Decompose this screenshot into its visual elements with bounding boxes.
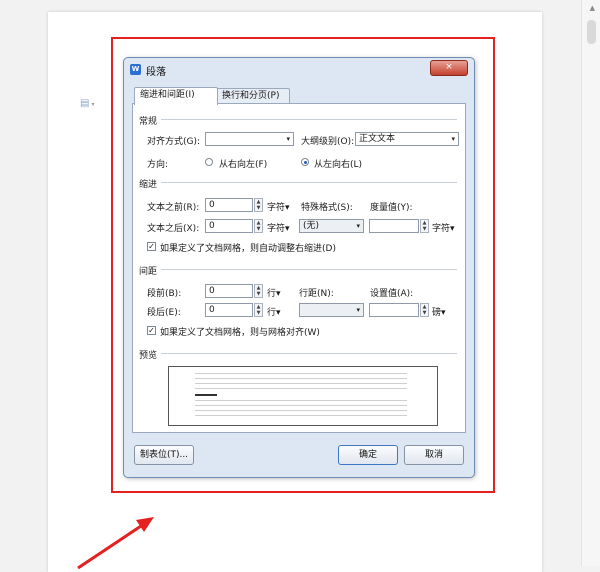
outline-level-label: 大纲级别(O): bbox=[301, 137, 355, 147]
preview-line bbox=[195, 383, 407, 384]
spacing-after-input[interactable]: 0 bbox=[205, 303, 253, 317]
outline-level-value: 正文文本 bbox=[359, 134, 396, 144]
auto-adjust-right-indent-checkbox[interactable]: ✓ bbox=[147, 242, 156, 251]
dropdown-arrow-icon: ▾ bbox=[356, 222, 360, 230]
spacing-after-unit[interactable]: 行▾ bbox=[267, 305, 281, 318]
spin-down-icon: ▼ bbox=[422, 310, 427, 316]
setting-value-spinner[interactable]: ▲ ▼ bbox=[420, 303, 429, 317]
preview-section-label: 预览 bbox=[139, 351, 158, 361]
direction-label: 方向: bbox=[147, 160, 169, 170]
caret-down-icon: ▾ bbox=[91, 101, 95, 108]
setting-value-label: 设置值(A): bbox=[370, 289, 414, 299]
preview-current-paragraph bbox=[195, 394, 217, 396]
spacing-after-spinner[interactable]: ▲ ▼ bbox=[254, 303, 263, 317]
measure-spinner[interactable]: ▲ ▼ bbox=[420, 219, 429, 233]
unit-caret-icon: ▾ bbox=[285, 224, 290, 234]
spin-down-icon: ▼ bbox=[256, 291, 261, 297]
measure-unit[interactable]: 字符▾ bbox=[432, 221, 455, 234]
document-icon[interactable]: ▤ ▾ bbox=[80, 98, 94, 109]
divider bbox=[161, 353, 457, 354]
general-section-label: 常规 bbox=[139, 117, 158, 127]
spacing-before-input[interactable]: 0 bbox=[205, 284, 253, 298]
measure-input[interactable] bbox=[369, 219, 419, 233]
vertical-scrollbar[interactable]: ▲ bbox=[581, 0, 600, 566]
preview-line bbox=[195, 388, 407, 389]
divider bbox=[161, 119, 457, 120]
snap-to-grid-label[interactable]: 如果定义了文档网格，则与网格对齐(W) bbox=[160, 325, 320, 338]
tab-stops-button[interactable]: 制表位(T)... bbox=[134, 445, 194, 465]
setting-value-unit[interactable]: 磅▾ bbox=[432, 305, 446, 318]
direction-ltr-label[interactable]: 从左向右(L) bbox=[314, 157, 362, 170]
unit-caret-icon: ▾ bbox=[441, 308, 446, 318]
spin-down-icon: ▼ bbox=[256, 226, 261, 232]
special-format-select[interactable]: (无) ▾ bbox=[299, 219, 364, 233]
scroll-thumb[interactable] bbox=[587, 20, 596, 44]
snap-to-grid-checkbox[interactable]: ✓ bbox=[147, 326, 156, 335]
indent-before-spinner[interactable]: ▲ ▼ bbox=[254, 198, 263, 212]
wps-writer-icon: W bbox=[130, 64, 141, 75]
preview-line bbox=[195, 405, 407, 406]
dialog-titlebar[interactable]: W 段落 × bbox=[124, 58, 474, 80]
tab-indent-spacing[interactable]: 缩进和间距(I) bbox=[134, 87, 218, 105]
unit-caret-icon: ▾ bbox=[276, 289, 281, 299]
indent-before-label: 文本之前(R): bbox=[147, 203, 200, 213]
special-format-label: 特殊格式(S): bbox=[301, 203, 353, 213]
paragraph-preview bbox=[168, 366, 438, 426]
alignment-label: 对齐方式(G): bbox=[147, 137, 201, 147]
indent-after-label: 文本之后(X): bbox=[147, 224, 200, 234]
preview-line bbox=[195, 373, 407, 374]
unit-caret-icon: ▾ bbox=[285, 203, 290, 213]
unit-caret-icon: ▾ bbox=[450, 224, 455, 234]
indent-after-spinner[interactable]: ▲ ▼ bbox=[254, 219, 263, 233]
spacing-before-label: 段前(B): bbox=[147, 289, 182, 299]
tab-panel: 常规 对齐方式(G): ▾ 大纲级别(O): 正文文本 ▾ 方向: 从右向左(F… bbox=[132, 103, 466, 433]
divider bbox=[161, 269, 457, 270]
annotation-arrow-icon bbox=[77, 517, 154, 570]
direction-rtl-label[interactable]: 从右向左(F) bbox=[219, 157, 267, 170]
indent-section-label: 缩进 bbox=[139, 180, 158, 190]
line-spacing-label: 行距(N): bbox=[299, 289, 334, 299]
dropdown-arrow-icon: ▾ bbox=[356, 306, 360, 314]
cancel-button[interactable]: 取消 bbox=[404, 445, 464, 465]
spin-down-icon: ▼ bbox=[256, 205, 261, 211]
spacing-before-spinner[interactable]: ▲ ▼ bbox=[254, 284, 263, 298]
spacing-before-unit[interactable]: 行▾ bbox=[267, 286, 281, 299]
alignment-select[interactable]: ▾ bbox=[205, 132, 294, 146]
special-format-value: (无) bbox=[303, 221, 320, 231]
scroll-up-icon[interactable]: ▲ bbox=[590, 4, 595, 12]
unit-caret-icon: ▾ bbox=[276, 308, 281, 318]
divider bbox=[161, 182, 457, 183]
preview-line bbox=[195, 378, 407, 379]
preview-line bbox=[195, 415, 407, 416]
close-button[interactable]: × bbox=[430, 60, 468, 76]
indent-before-input[interactable]: 0 bbox=[205, 198, 253, 212]
spacing-after-label: 段后(E): bbox=[147, 308, 181, 318]
outline-level-select[interactable]: 正文文本 ▾ bbox=[355, 132, 459, 146]
dialog-title: 段落 bbox=[146, 67, 166, 78]
spacing-section-label: 间距 bbox=[139, 267, 158, 277]
indent-after-input[interactable]: 0 bbox=[205, 219, 253, 233]
preview-line bbox=[195, 400, 407, 401]
spin-down-icon: ▼ bbox=[422, 226, 427, 232]
direction-rtl-radio[interactable] bbox=[205, 158, 213, 166]
paragraph-dialog: W 段落 × 缩进和间距(I) 换行和分页(P) 常规 对齐方式(G): ▾ 大… bbox=[123, 57, 475, 478]
tab-line-page-breaks[interactable]: 换行和分页(P) bbox=[216, 88, 290, 104]
setting-value-input[interactable] bbox=[369, 303, 419, 317]
dropdown-arrow-icon: ▾ bbox=[286, 135, 290, 143]
spin-down-icon: ▼ bbox=[256, 310, 261, 316]
indent-after-unit[interactable]: 字符▾ bbox=[267, 221, 290, 234]
indent-before-unit[interactable]: 字符▾ bbox=[267, 200, 290, 213]
preview-line bbox=[195, 410, 407, 411]
auto-adjust-right-indent-label[interactable]: 如果定义了文档网格，则自动调整右缩进(D) bbox=[160, 241, 336, 254]
measure-label: 度量值(Y): bbox=[370, 203, 413, 213]
ok-button[interactable]: 确定 bbox=[338, 445, 398, 465]
dropdown-arrow-icon: ▾ bbox=[451, 135, 455, 143]
direction-ltr-radio[interactable] bbox=[301, 158, 309, 166]
line-spacing-select[interactable]: ▾ bbox=[299, 303, 364, 317]
